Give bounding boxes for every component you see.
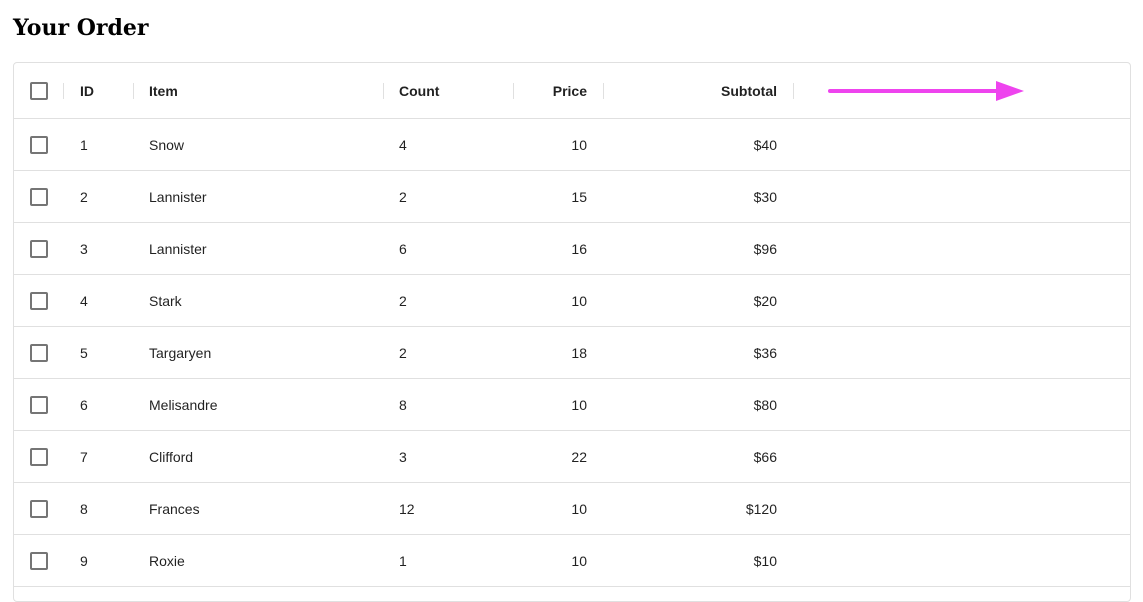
cell-item[interactable]: Frances <box>149 483 379 534</box>
row-select-checkbox[interactable] <box>30 344 48 362</box>
row-select-checkbox[interactable] <box>30 188 48 206</box>
cell-subtotal[interactable]: $66 <box>614 431 777 482</box>
cell-item[interactable]: Stark <box>149 275 379 326</box>
cell-price[interactable]: 16 <box>514 223 587 274</box>
column-header-id[interactable]: ID <box>80 63 140 118</box>
table-row[interactable]: 9 Roxie 1 10 $10 <box>14 535 1130 587</box>
cell-subtotal[interactable]: $30 <box>614 171 777 222</box>
select-all-checkbox[interactable] <box>30 82 48 100</box>
cell-price[interactable]: 15 <box>514 171 587 222</box>
row-select-checkbox[interactable] <box>30 396 48 414</box>
cell-subtotal[interactable]: $120 <box>614 483 777 534</box>
cell-price[interactable]: 18 <box>514 327 587 378</box>
cell-item[interactable]: Snow <box>149 119 379 170</box>
cell-id[interactable]: 7 <box>80 431 140 482</box>
cell-price[interactable]: 10 <box>514 483 587 534</box>
cell-price[interactable]: 22 <box>514 431 587 482</box>
cell-subtotal[interactable]: $36 <box>614 327 777 378</box>
cell-subtotal[interactable]: $96 <box>614 223 777 274</box>
column-separator[interactable] <box>63 83 64 99</box>
cell-id[interactable]: 2 <box>80 171 140 222</box>
cell-count[interactable]: 1 <box>399 535 509 586</box>
row-select-checkbox[interactable] <box>30 448 48 466</box>
cell-count[interactable]: 3 <box>399 431 509 482</box>
cell-count[interactable]: 2 <box>399 275 509 326</box>
cell-price[interactable]: 10 <box>514 535 587 586</box>
cell-subtotal[interactable]: $80 <box>614 379 777 430</box>
table-row[interactable]: 3 Lannister 6 16 $96 <box>14 223 1130 275</box>
order-data-grid: ID Item Count Price Subtotal 1 Snow 4 10 $40… <box>13 62 1131 602</box>
column-separator[interactable] <box>133 83 134 99</box>
row-select-checkbox[interactable] <box>30 292 48 310</box>
cell-count[interactable]: 4 <box>399 119 509 170</box>
cell-count[interactable]: 2 <box>399 171 509 222</box>
column-header-subtotal[interactable]: Subtotal <box>614 63 777 118</box>
table-row[interactable]: 4 Stark 2 10 $20 <box>14 275 1130 327</box>
cell-item[interactable]: Targaryen <box>149 327 379 378</box>
row-select-checkbox[interactable] <box>30 500 48 518</box>
column-header-count[interactable]: Count <box>399 63 509 118</box>
table-row[interactable]: 2 Lannister 2 15 $30 <box>14 171 1130 223</box>
cell-price[interactable]: 10 <box>514 119 587 170</box>
table-row[interactable]: 8 Frances 12 10 $120 <box>14 483 1130 535</box>
cell-price[interactable]: 10 <box>514 379 587 430</box>
cell-item[interactable]: Clifford <box>149 431 379 482</box>
cell-id[interactable]: 6 <box>80 379 140 430</box>
table-row[interactable]: 1 Snow 4 10 $40 <box>14 119 1130 171</box>
cell-count[interactable]: 8 <box>399 379 509 430</box>
arrow-right-icon <box>828 81 1024 101</box>
page-title: Your Order <box>13 15 149 41</box>
cell-id[interactable]: 4 <box>80 275 140 326</box>
cell-count[interactable]: 2 <box>399 327 509 378</box>
cell-subtotal[interactable]: $40 <box>614 119 777 170</box>
cell-item[interactable]: Lannister <box>149 171 379 222</box>
column-separator[interactable] <box>793 83 794 99</box>
table-row[interactable]: 6 Melisandre 8 10 $80 <box>14 379 1130 431</box>
cell-subtotal[interactable]: $10 <box>614 535 777 586</box>
cell-item[interactable]: Lannister <box>149 223 379 274</box>
row-select-checkbox[interactable] <box>30 136 48 154</box>
cell-subtotal[interactable]: $20 <box>614 275 777 326</box>
table-row[interactable]: 7 Clifford 3 22 $66 <box>14 431 1130 483</box>
cell-item[interactable]: Roxie <box>149 535 379 586</box>
cell-price[interactable]: 10 <box>514 275 587 326</box>
cell-item[interactable]: Melisandre <box>149 379 379 430</box>
column-header-item[interactable]: Item <box>149 63 379 118</box>
table-row[interactable]: 5 Targaryen 2 18 $36 <box>14 327 1130 379</box>
row-select-checkbox[interactable] <box>30 240 48 258</box>
row-select-checkbox[interactable] <box>30 552 48 570</box>
cell-id[interactable]: 5 <box>80 327 140 378</box>
cell-id[interactable]: 1 <box>80 119 140 170</box>
cell-count[interactable]: 12 <box>399 483 509 534</box>
column-header-price[interactable]: Price <box>514 63 587 118</box>
cell-count[interactable]: 6 <box>399 223 509 274</box>
column-separator[interactable] <box>383 83 384 99</box>
cell-id[interactable]: 9 <box>80 535 140 586</box>
column-separator[interactable] <box>603 83 604 99</box>
cell-id[interactable]: 8 <box>80 483 140 534</box>
cell-id[interactable]: 3 <box>80 223 140 274</box>
